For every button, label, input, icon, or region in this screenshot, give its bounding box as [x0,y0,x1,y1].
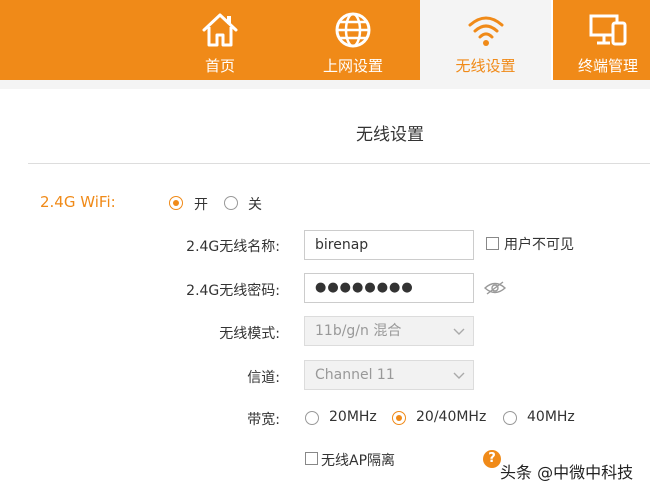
channel-label: 信道: [247,370,280,386]
top-nav: 首页 上网设置 无线设置 终端管理 [0,0,650,80]
bandwidth-40-label: 40MHz [527,409,575,425]
watermark-text: 头条 @中微中科技 [500,463,634,482]
bandwidth-20-40-label: 20/40MHz [416,409,487,425]
tab-terminal-management[interactable]: 终端管理 [553,0,650,80]
chevron-down-icon [453,372,465,379]
bandwidth-label: 带宽: [247,412,280,428]
wifi-24g-label: 2.4G WiFi: [40,193,116,211]
hide-ssid-label: 用户不可见 [504,237,574,253]
ssid-label: 2.4G无线名称: [186,239,280,255]
wifi-icon [468,16,503,46]
mode-label: 无线模式: [219,326,280,342]
bandwidth-20-label: 20MHz [329,409,377,425]
nav-underbar [0,80,650,89]
bandwidth-20-radio[interactable] [305,411,319,425]
ssid-input[interactable]: birenap [304,230,474,260]
bandwidth-40-radio[interactable] [503,411,517,425]
bandwidth-20-40-radio[interactable] [392,411,406,425]
home-icon [202,13,238,47]
mode-select[interactable]: 11b/g/n 混合 [304,316,474,346]
password-label: 2.4G无线密码: [186,283,280,299]
tab-terminal-label: 终端管理 [577,57,638,75]
tab-wireless-settings[interactable]: 无线设置 [420,0,551,80]
wifi-on-radio[interactable] [169,196,183,210]
tab-internet-label: 上网设置 [322,57,383,75]
title-divider [28,163,650,164]
ap-isolation-label: 无线AP隔离 [321,453,396,469]
wifi-on-label: 开 [194,197,208,213]
mode-value: 11b/g/n 混合 [315,323,402,339]
tab-home-label: 首页 [204,57,235,75]
eye-hidden-icon[interactable] [484,280,506,296]
chevron-down-icon [453,328,465,335]
channel-select[interactable]: Channel 11 [304,360,474,390]
help-icon[interactable]: ? [483,450,501,468]
devices-icon [589,14,627,46]
wifi-off-label: 关 [248,197,262,213]
tab-internet-settings[interactable]: 上网设置 [298,0,408,80]
tab-wireless-label: 无线设置 [455,57,516,75]
password-input[interactable]: ●●●●●●●● [304,273,474,303]
hide-ssid-checkbox[interactable] [486,237,499,250]
page-title: 无线设置 [356,125,424,145]
channel-value: Channel 11 [315,367,395,383]
globe-icon [335,12,371,48]
wifi-off-radio[interactable] [224,196,238,210]
tab-home[interactable]: 首页 [170,0,270,80]
ap-isolation-checkbox[interactable] [305,452,318,465]
